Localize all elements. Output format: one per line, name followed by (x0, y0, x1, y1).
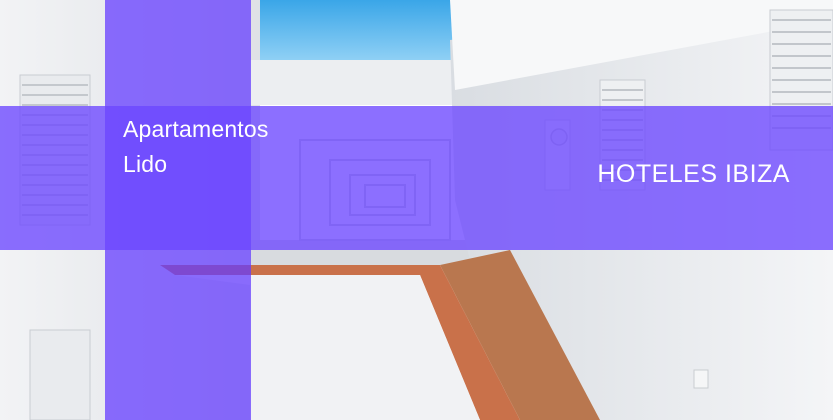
hotel-name-line-1: Apartamentos (123, 116, 269, 142)
category-label: HOTELES IBIZA (597, 160, 790, 188)
hotel-name-line-2: Lido (123, 151, 168, 177)
hotel-name: Apartamentos Lido (123, 112, 383, 182)
